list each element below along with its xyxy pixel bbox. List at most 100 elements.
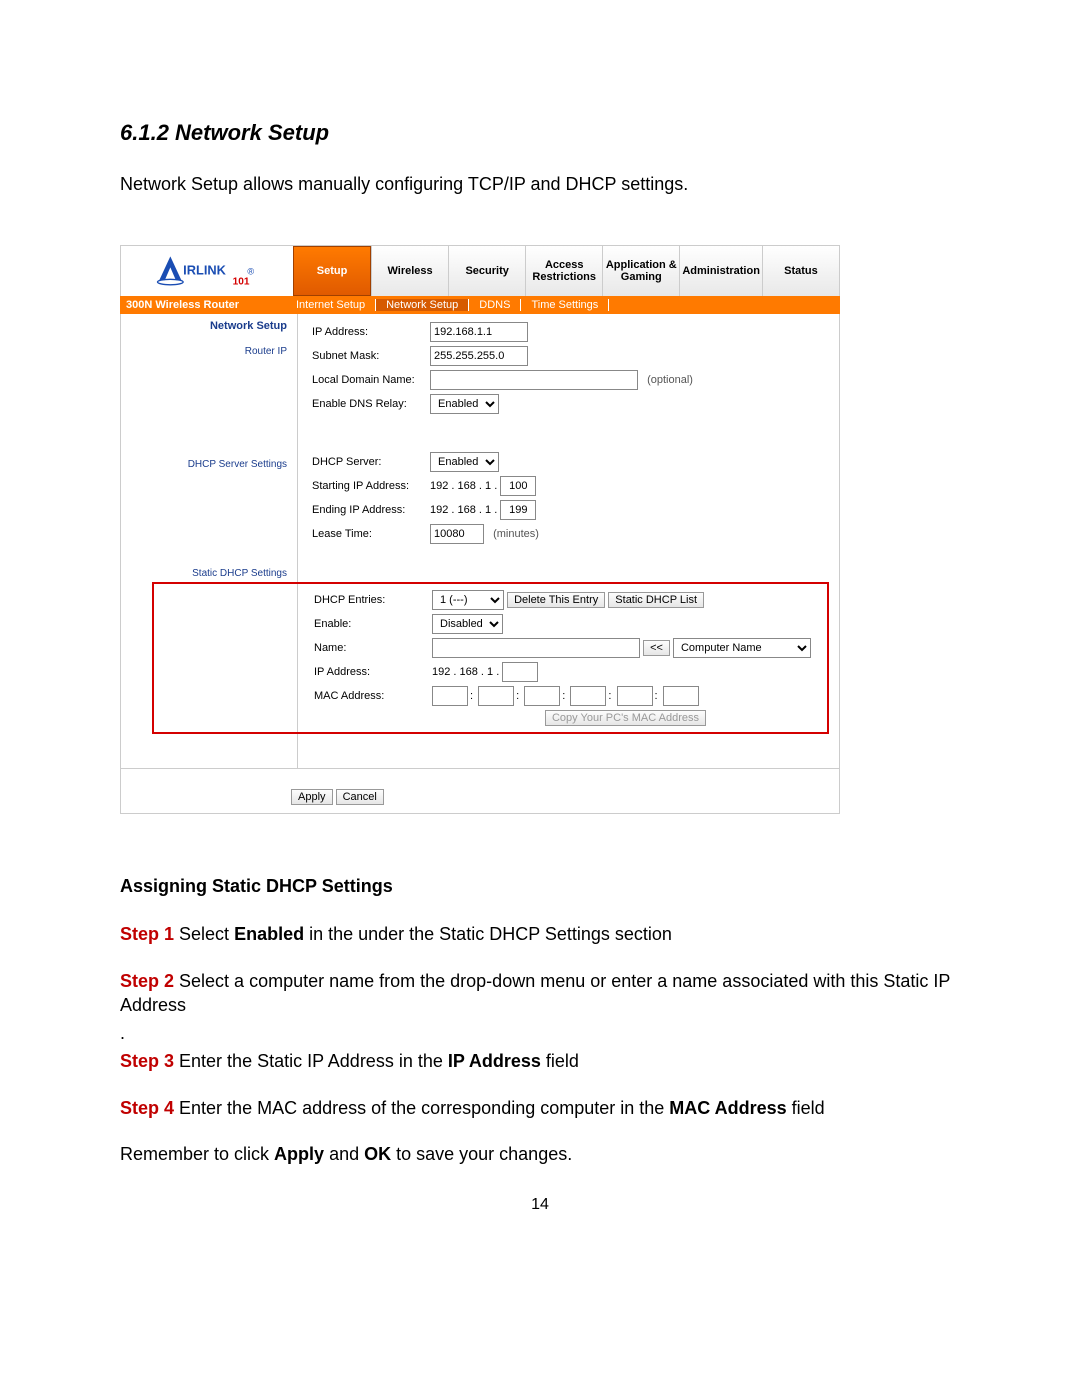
local-domain-input[interactable] [430,370,638,390]
svg-text:®: ® [247,267,254,277]
step-4-text-b: field [787,1098,825,1118]
mac-address-label: MAC Address: [310,684,428,708]
nav-security[interactable]: Security [448,246,525,296]
dns-relay-label: Enable DNS Relay: [308,392,426,416]
static-ip-input[interactable] [502,662,538,682]
mac-sep: : [608,690,611,702]
svg-text:101: 101 [233,277,250,288]
lone-dot: . [120,1021,960,1045]
dhcp-server-label: DHCP Server: [308,450,426,474]
remember-mid: and [324,1144,364,1164]
static-ip-prefix: 192 . 168 . 1 . [432,666,499,678]
static-dhcp-section: DHCP Entries: 1 (---) Delete This Entry … [310,588,823,728]
copy-mac-button[interactable]: Copy Your PC's MAC Address [545,710,706,726]
cancel-button[interactable]: Cancel [336,789,384,805]
subtab-internet-setup[interactable]: Internet Setup [286,299,376,311]
minutes-note: (minutes) [493,528,539,540]
enable-label: Enable: [310,612,428,636]
subnet-mask-label: Subnet Mask: [308,344,426,368]
step-1-label: Step 1 [120,924,174,944]
side-router-ip: Router IP [129,346,289,357]
static-ip-label: IP Address: [310,660,428,684]
airlink-logo-icon: IRLINK ® 101 [152,252,262,290]
name-label: Name: [310,636,428,660]
lease-time-label: Lease Time: [308,522,426,546]
step-3-bold: IP Address [448,1051,541,1071]
subnet-mask-input[interactable] [430,346,528,366]
step-2-label: Step 2 [120,971,174,991]
section-heading: 6.1.2 Network Setup [120,120,960,146]
mac-1-input[interactable] [432,686,468,706]
subtab-network-setup[interactable]: Network Setup [376,299,469,311]
subheading: Assigning Static DHCP Settings [120,874,960,898]
delete-entry-button[interactable]: Delete This Entry [507,592,605,608]
form-area: IP Address: Subnet Mask: Local Domain Na… [298,314,839,768]
ending-ip-input[interactable] [500,500,536,520]
mac-4-input[interactable] [570,686,606,706]
starting-ip-label: Starting IP Address: [308,474,426,498]
static-dhcp-highlight: DHCP Entries: 1 (---) Delete This Entry … [152,582,829,734]
nav-access-restrictions[interactable]: Access Restrictions [525,246,602,296]
computer-name-select[interactable]: Computer Name [673,638,811,658]
router-header: IRLINK ® 101 Setup Wireless Security Acc… [120,245,840,296]
enable-select[interactable]: Disabled [432,614,503,634]
step-1-paragraph: Step 1 Select Enabled in the under the S… [120,922,960,946]
subtab-ddns[interactable]: DDNS [469,299,521,311]
page-number: 14 [120,1196,960,1214]
subtab-time-settings[interactable]: Time Settings [521,299,609,311]
nav-status[interactable]: Status [762,246,839,296]
static-dhcp-list-button[interactable]: Static DHCP List [608,592,704,608]
step-3-label: Step 3 [120,1051,174,1071]
starting-ip-input[interactable] [500,476,536,496]
nav-wireless[interactable]: Wireless [371,246,448,296]
svg-text:IRLINK: IRLINK [183,263,226,278]
sub-nav-bar: 300N Wireless Router Internet Setup Netw… [120,296,840,314]
local-domain-label: Local Domain Name: [308,368,426,392]
side-dhcp-server-settings: DHCP Server Settings [129,459,289,470]
nav-application-gaming[interactable]: Application & Gaming [602,246,679,296]
form-actions: Apply Cancel [120,769,840,814]
dhcp-server-select[interactable]: Enabled [430,452,499,472]
apply-button[interactable]: Apply [291,789,333,805]
sub-tabs: Internet Setup Network Setup DDNS Time S… [286,299,609,311]
side-static-dhcp-settings: Static DHCP Settings [129,568,289,579]
step-3-paragraph: Step 3 Enter the Static IP Address in th… [120,1049,960,1073]
dns-relay-select[interactable]: Enabled [430,394,499,414]
step-1-text-a: Select [174,924,234,944]
mac-6-input[interactable] [663,686,699,706]
step-4-paragraph: Step 4 Enter the MAC address of the corr… [120,1096,960,1120]
ip-address-input[interactable] [430,322,528,342]
nav-administration[interactable]: Administration [679,246,762,296]
mac-sep: : [470,690,473,702]
mac-sep: : [516,690,519,702]
step-2-paragraph: Step 2 Select a computer name from the d… [120,969,960,1018]
mac-2-input[interactable] [478,686,514,706]
lease-time-input[interactable] [430,524,484,544]
router-admin-panel: IRLINK ® 101 Setup Wireless Security Acc… [120,245,840,814]
step-4-label: Step 4 [120,1098,174,1118]
nav-setup[interactable]: Setup [293,246,371,296]
mac-3-input[interactable] [524,686,560,706]
ip-prefix-text: 192 . 168 . 1 . [430,480,497,492]
step-1-text-b: in the under the Static DHCP Settings se… [304,924,672,944]
mac-5-input[interactable] [617,686,653,706]
ending-ip-label: Ending IP Address: [308,498,426,522]
dhcp-entries-label: DHCP Entries: [310,588,428,612]
remember-c: to save your changes. [391,1144,572,1164]
mac-sep: : [655,690,658,702]
router-ip-section: IP Address: Subnet Mask: Local Domain Na… [308,320,829,450]
brand-logo: IRLINK ® 101 [121,246,293,296]
step-4-text-a: Enter the MAC address of the correspondi… [174,1098,669,1118]
name-input[interactable] [432,638,640,658]
side-title: Network Setup [129,320,289,332]
intro-paragraph: Network Setup allows manually configurin… [120,174,960,195]
arrow-button[interactable]: << [643,640,670,656]
router-model-label: 300N Wireless Router [120,299,286,311]
dhcp-entries-select[interactable]: 1 (---) [432,590,504,610]
step-2-text: Select a computer name from the drop-dow… [120,971,950,1015]
dhcp-server-section: DHCP Server: Enabled Starting IP Address… [308,450,829,580]
ip-prefix-text: 192 . 168 . 1 . [430,504,497,516]
ip-address-label: IP Address: [308,320,426,344]
step-1-bold: Enabled [234,924,304,944]
remember-ok: OK [364,1144,391,1164]
